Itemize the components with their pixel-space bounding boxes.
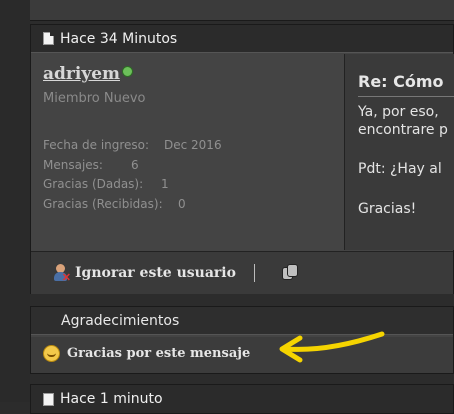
thanks-received-label: Gracias (Recibidas): bbox=[43, 197, 163, 211]
posts-count-label: Mensajes: bbox=[43, 158, 103, 172]
user-info-panel: adriyem Miembro Nuevo Fecha de ingreso: … bbox=[31, 54, 343, 250]
thanks-row: Gracias por este mensaje bbox=[31, 337, 453, 373]
previous-post-bottom bbox=[30, 0, 454, 21]
next-post-header: Hace 1 minuto bbox=[30, 384, 454, 414]
join-date-row: Fecha de ingreso: Dec 2016 bbox=[43, 138, 222, 152]
message-line-2: encontrare p bbox=[358, 122, 448, 138]
document-icon bbox=[43, 392, 54, 406]
user-rank: Miembro Nuevo bbox=[43, 91, 146, 106]
join-date-label: Fecha de ingreso: bbox=[43, 138, 150, 152]
message-line-1: Ya, por eso, bbox=[358, 104, 439, 120]
post-time: Hace 34 Minutos bbox=[60, 30, 178, 47]
thanks-received-row: Gracias (Recibidas): 0 bbox=[43, 197, 186, 211]
posts-count-value: 6 bbox=[131, 158, 139, 172]
thanks-received-value: 0 bbox=[178, 197, 186, 211]
username-link[interactable]: adriyem bbox=[43, 64, 120, 84]
message-line-3: Pdt: ¿Hay al bbox=[358, 161, 442, 177]
ignore-user-button[interactable]: ✕ Ignorar este usuario bbox=[53, 264, 236, 284]
thanks-given-row: Gracias (Dadas): 1 bbox=[43, 177, 169, 191]
join-date-value: Dec 2016 bbox=[164, 138, 222, 152]
ignore-user-label: Ignorar este usuario bbox=[75, 265, 236, 281]
message-title: Re: Cómo bbox=[358, 72, 444, 91]
document-icon bbox=[43, 32, 54, 45]
page-margin-left bbox=[0, 0, 30, 402]
posts-count-row: Mensajes: 6 bbox=[43, 158, 139, 172]
thanks-given-value: 1 bbox=[161, 177, 169, 191]
footer-divider bbox=[254, 264, 255, 282]
thanks-box: Agradecimientos Gracias por este mensaje bbox=[30, 306, 454, 374]
forum-post: Hace 34 Minutos adriyem Miembro Nuevo Fe… bbox=[30, 24, 454, 294]
ignore-user-icon: ✕ bbox=[53, 264, 71, 284]
thanks-header: Agradecimientos bbox=[31, 307, 453, 335]
post-footer: ✕ Ignorar este usuario bbox=[31, 251, 453, 294]
yellow-arrow-annotation bbox=[279, 331, 385, 363]
title-divider bbox=[358, 96, 454, 97]
post-header: Hace 34 Minutos bbox=[31, 25, 453, 53]
thanks-button[interactable]: Gracias por este mensaje bbox=[67, 346, 250, 361]
smiley-icon bbox=[43, 345, 60, 362]
thanks-given-label: Gracias (Dadas): bbox=[43, 177, 144, 191]
online-status-icon bbox=[122, 66, 133, 77]
next-post-time: Hace 1 minuto bbox=[60, 391, 163, 407]
message-line-4: Gracias! bbox=[358, 201, 417, 217]
message-panel: Re: Cómo Ya, por eso, encontrare p Pdt: … bbox=[344, 54, 454, 250]
multi-quote-icon[interactable] bbox=[281, 264, 298, 282]
